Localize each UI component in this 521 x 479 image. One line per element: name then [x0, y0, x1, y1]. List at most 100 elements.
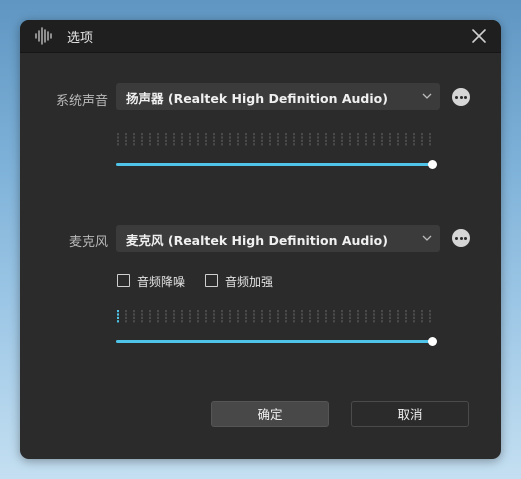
level-meter-segment [277, 133, 279, 146]
audio-enhance-checkbox[interactable]: 音频加强 [205, 273, 285, 289]
level-meter-segment [365, 133, 367, 146]
level-meter-segment [229, 133, 231, 146]
level-meter-segment [301, 310, 303, 323]
level-meter-segment [221, 133, 223, 146]
chevron-down-icon [422, 93, 432, 99]
microphone-level-meter [117, 310, 431, 323]
level-meter-segment [213, 310, 215, 323]
level-meter-segment [317, 133, 319, 146]
level-meter-segment [397, 133, 399, 146]
level-meter-segment [133, 133, 135, 146]
level-meter-segment [261, 133, 263, 146]
level-meter-segment [325, 310, 327, 323]
noise-reduction-checkbox[interactable]: 音频降噪 [117, 273, 197, 289]
level-meter-segment [157, 310, 159, 323]
level-meter-segment [285, 310, 287, 323]
level-meter-segment [293, 133, 295, 146]
level-meter-segment [221, 310, 223, 323]
level-meter-segment [309, 310, 311, 323]
level-meter-segment [261, 310, 263, 323]
level-meter-segment [125, 310, 127, 323]
level-meter-segment [173, 133, 175, 146]
system-sound-more-button[interactable] [452, 88, 470, 106]
level-meter-segment [157, 133, 159, 146]
chevron-down-icon [422, 235, 432, 241]
level-meter-segment [397, 310, 399, 323]
audio-waveform-icon [35, 27, 52, 45]
level-meter-segment [373, 133, 375, 146]
level-meter-segment [117, 133, 119, 146]
options-dialog: 选项 系统声音 扬声器 (Realtek High Definition Aud… [20, 20, 501, 459]
level-meter-segment [309, 133, 311, 146]
level-meter-segment [141, 133, 143, 146]
level-meter-segment [181, 133, 183, 146]
level-meter-segment [325, 133, 327, 146]
level-meter-segment [165, 133, 167, 146]
system-sound-volume-slider[interactable] [116, 163, 432, 166]
level-meter-segment [277, 310, 279, 323]
level-meter-segment [285, 133, 287, 146]
level-meter-segment [389, 310, 391, 323]
level-meter-segment [229, 310, 231, 323]
level-meter-segment [389, 133, 391, 146]
level-meter-segment [317, 310, 319, 323]
system-sound-label: 系统声音 [55, 94, 108, 109]
audio-enhance-box[interactable] [205, 274, 218, 287]
microphone-more-button[interactable] [452, 229, 470, 247]
microphone-volume-slider[interactable] [116, 340, 432, 343]
level-meter-segment [245, 133, 247, 146]
level-meter-segment [269, 310, 271, 323]
noise-reduction-box[interactable] [117, 274, 130, 287]
close-icon[interactable] [470, 27, 488, 45]
system-sound-device-value: 扬声器 (Realtek High Definition Audio) [126, 91, 388, 106]
title-bar: 选项 [20, 20, 501, 53]
level-meter-segment [333, 133, 335, 146]
level-meter-segment [381, 133, 383, 146]
audio-enhance-label: 音频加强 [225, 275, 274, 289]
level-meter-segment [301, 133, 303, 146]
level-meter-segment [429, 133, 431, 146]
microphone-device-select[interactable]: 麦克风 (Realtek High Definition Audio) [116, 225, 440, 252]
level-meter-segment [413, 310, 415, 323]
level-meter-segment [237, 133, 239, 146]
level-meter-segment [381, 310, 383, 323]
level-meter-segment [189, 133, 191, 146]
level-meter-segment [405, 310, 407, 323]
system-sound-volume-thumb[interactable] [427, 160, 437, 169]
level-meter-segment [205, 133, 207, 146]
level-meter-segment [205, 310, 207, 323]
level-meter-segment [429, 310, 431, 323]
level-meter-segment [293, 310, 295, 323]
cancel-button[interactable]: 取消 [351, 401, 469, 427]
system-sound-device-select[interactable]: 扬声器 (Realtek High Definition Audio) [116, 83, 440, 110]
level-meter-segment [197, 133, 199, 146]
level-meter-segment [141, 310, 143, 323]
ok-button[interactable]: 确定 [211, 401, 329, 427]
level-meter-segment [365, 310, 367, 323]
level-meter-segment [341, 133, 343, 146]
microphone-device-value: 麦克风 (Realtek High Definition Audio) [126, 233, 388, 248]
level-meter-segment [173, 310, 175, 323]
system-sound-level-meter [117, 133, 431, 146]
level-meter-segment [357, 310, 359, 323]
microphone-volume-thumb[interactable] [427, 337, 437, 346]
level-meter-segment [421, 133, 423, 146]
level-meter-segment [245, 310, 247, 323]
level-meter-segment [149, 133, 151, 146]
level-meter-segment [269, 133, 271, 146]
level-meter-segment [413, 133, 415, 146]
level-meter-segment [149, 310, 151, 323]
level-meter-segment [253, 133, 255, 146]
level-meter-segment [213, 133, 215, 146]
level-meter-segment [237, 310, 239, 323]
level-meter-segment [357, 133, 359, 146]
window-title: 选项 [67, 31, 94, 46]
level-meter-segment [373, 310, 375, 323]
level-meter-segment [253, 310, 255, 323]
level-meter-segment [117, 310, 119, 323]
level-meter-segment [333, 310, 335, 323]
level-meter-segment [349, 310, 351, 323]
microphone-label: 麦克风 [68, 235, 108, 250]
level-meter-segment [341, 310, 343, 323]
level-meter-segment [125, 133, 127, 146]
